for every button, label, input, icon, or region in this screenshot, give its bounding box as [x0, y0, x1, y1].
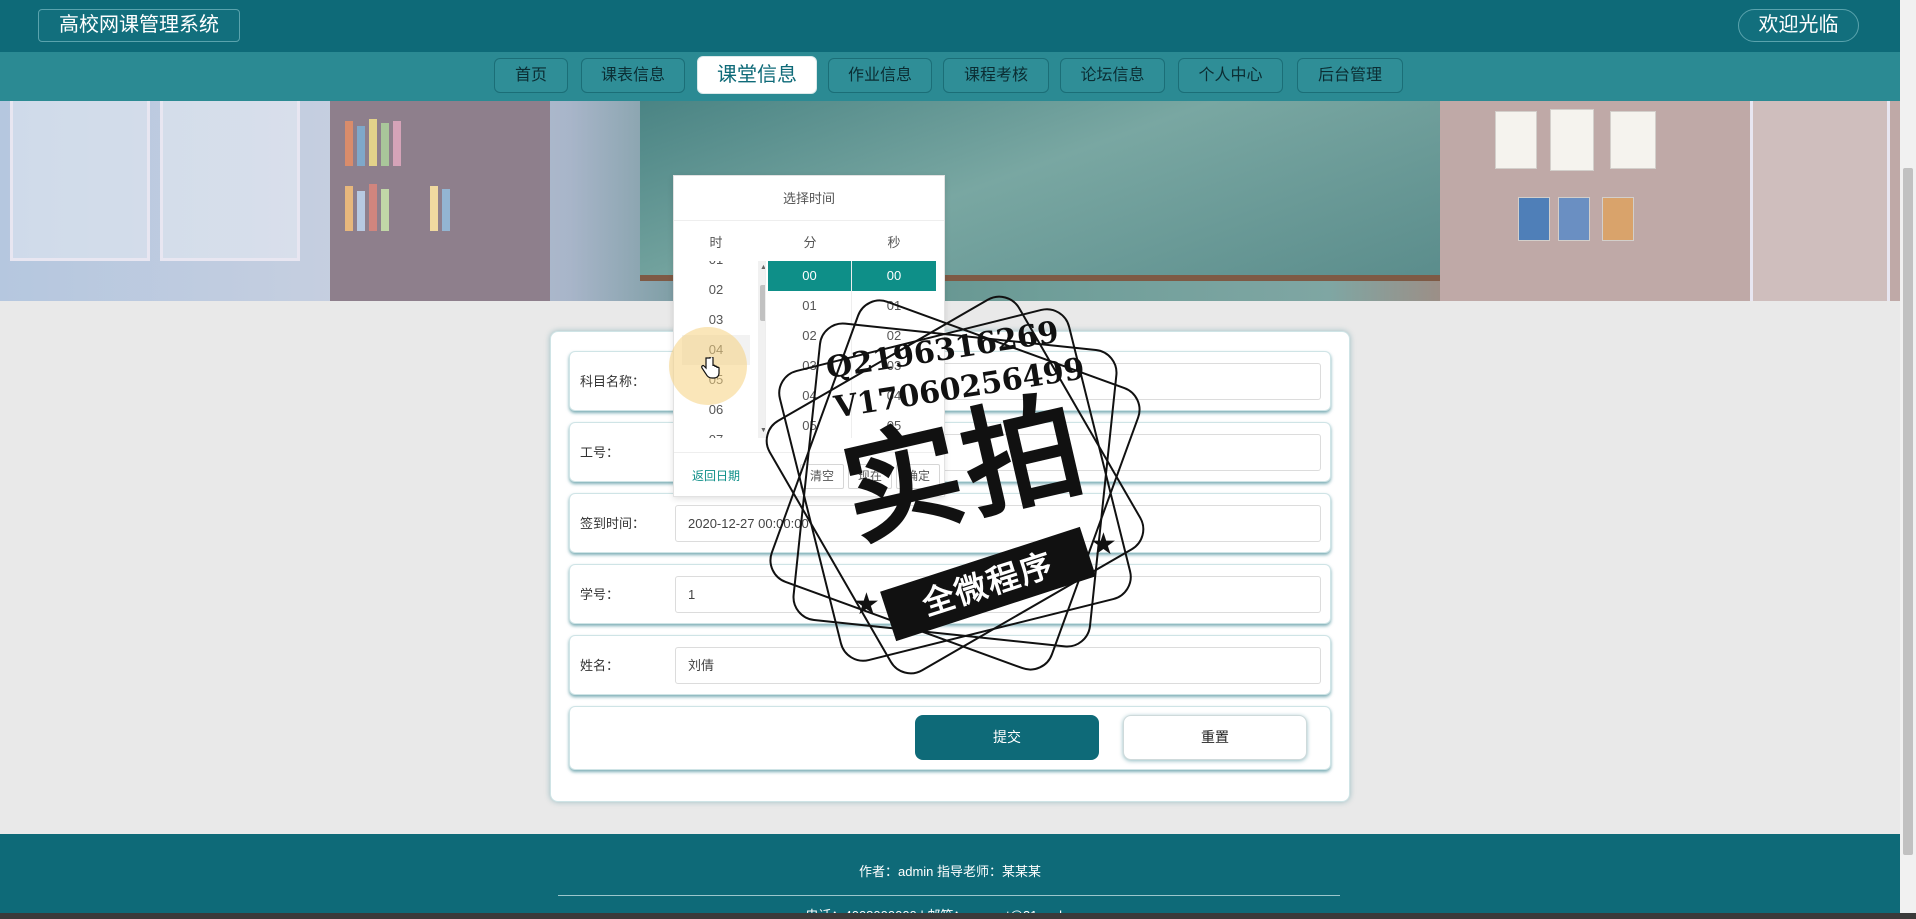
- minute-option[interactable]: 03: [768, 351, 851, 381]
- hour-scroll-thumb[interactable]: [760, 285, 765, 321]
- form-row-name: 姓名： 刘倩: [569, 635, 1331, 695]
- top-bar: 高校网课管理系统 欢迎光临: [0, 0, 1900, 52]
- hour-option[interactable]: 02: [682, 275, 750, 305]
- picker-footer: 返回日期 清空 现在 确定: [674, 452, 944, 498]
- nav-homework[interactable]: 作业信息: [828, 58, 932, 93]
- second-header: 秒: [887, 235, 901, 250]
- footer-author: 作者：admin 指导老师：某某某: [858, 864, 1042, 879]
- picker-title: 选择时间: [674, 176, 944, 221]
- site-title[interactable]: 高校网课管理系统: [38, 9, 240, 42]
- nav-home[interactable]: 首页: [494, 58, 568, 93]
- minute-option[interactable]: 02: [768, 321, 851, 351]
- welcome-badge[interactable]: 欢迎光临: [1738, 9, 1859, 42]
- book: [369, 184, 377, 231]
- submit-button[interactable]: 提交: [915, 715, 1099, 760]
- nav-forum[interactable]: 论坛信息: [1060, 58, 1165, 93]
- hour-scrollbar[interactable]: ▲ ▼: [758, 261, 765, 438]
- nav-classroom[interactable]: 课堂信息: [697, 56, 817, 94]
- minute-header: 分: [803, 235, 817, 250]
- second-option[interactable]: 02: [852, 321, 936, 351]
- book: [345, 186, 353, 231]
- footer-divider: [558, 895, 1340, 896]
- student-id-label: 学号：: [580, 587, 620, 602]
- scroll-up-icon[interactable]: ▲: [760, 264, 765, 272]
- clear-button[interactable]: 清空: [800, 464, 844, 489]
- staff-id-label: 工号：: [580, 445, 620, 460]
- book: [430, 186, 438, 231]
- second-option-selected[interactable]: 00: [852, 261, 936, 291]
- book: [393, 121, 401, 166]
- form-actions: 提交 重置: [569, 706, 1331, 770]
- wall-paper: [1495, 111, 1537, 169]
- page-scroll-thumb[interactable]: [1903, 168, 1913, 855]
- hour-option[interactable]: 01: [682, 261, 750, 275]
- minute-option[interactable]: 01: [768, 291, 851, 321]
- wall-paper: [1610, 111, 1656, 169]
- reset-button[interactable]: 重置: [1123, 715, 1307, 760]
- book: [381, 189, 389, 231]
- window-right: [1750, 101, 1890, 301]
- now-button[interactable]: 现在: [848, 464, 892, 489]
- back-to-date-link[interactable]: 返回日期: [692, 467, 740, 484]
- classroom-banner: [0, 101, 1900, 301]
- nav-profile[interactable]: 个人中心: [1178, 58, 1283, 93]
- student-id-input[interactable]: 1: [675, 576, 1321, 613]
- book: [442, 189, 450, 231]
- second-option[interactable]: 03: [852, 351, 936, 381]
- wall-poster: [1518, 197, 1550, 241]
- hour-header: 时: [709, 235, 723, 250]
- book: [369, 119, 377, 166]
- main-nav: 首页 课表信息 课堂信息 作业信息 课程考核 论坛信息 个人中心 后台管理: [0, 52, 1900, 101]
- second-option[interactable]: 04: [852, 381, 936, 411]
- subject-label: 科目名称：: [580, 374, 646, 389]
- hour-option[interactable]: 07: [682, 425, 750, 438]
- window-left: [10, 101, 150, 261]
- book: [381, 123, 389, 166]
- taskbar-edge: [0, 913, 1916, 919]
- checkin-time-label: 签到时间：: [580, 516, 646, 531]
- minute-column[interactable]: 00 01 02 03 04 05: [768, 261, 852, 438]
- nav-assessment[interactable]: 课程考核: [943, 58, 1049, 93]
- footer: 作者：admin 指导老师：某某某 电话：4008000000 | 邮箱：sup…: [0, 834, 1900, 919]
- name-label: 姓名：: [580, 658, 620, 673]
- second-column[interactable]: 00 01 02 03 04 05: [852, 261, 936, 438]
- form-row-checkin-time: 签到时间： 2020-12-27 00:00:00: [569, 493, 1331, 553]
- wall-poster: [1602, 197, 1634, 241]
- minute-option[interactable]: 05: [768, 411, 851, 438]
- scroll-down-icon[interactable]: ▼: [760, 427, 765, 435]
- wall-paper: [1550, 109, 1594, 171]
- checkin-form: 科目名称： 工号： 签到时间： 2020-12-27 00:00:00 学号： …: [550, 331, 1350, 802]
- minute-option-selected[interactable]: 00: [768, 261, 851, 291]
- minute-option[interactable]: 04: [768, 381, 851, 411]
- checkin-time-input[interactable]: 2020-12-27 00:00:00: [675, 505, 1321, 542]
- name-input[interactable]: 刘倩: [675, 647, 1321, 684]
- page-scrollbar[interactable]: [1900, 0, 1916, 913]
- book: [357, 126, 365, 166]
- confirm-button[interactable]: 确定: [896, 464, 940, 489]
- book: [345, 121, 353, 166]
- nav-admin[interactable]: 后台管理: [1297, 58, 1403, 93]
- book: [357, 191, 365, 231]
- hand-pointer-icon: [701, 357, 720, 379]
- second-option[interactable]: 01: [852, 291, 936, 321]
- wall-poster: [1558, 197, 1590, 241]
- form-row-student-id: 学号： 1: [569, 564, 1331, 624]
- nav-schedule[interactable]: 课表信息: [581, 58, 685, 93]
- window-left-2: [160, 101, 300, 261]
- second-option[interactable]: 05: [852, 411, 936, 438]
